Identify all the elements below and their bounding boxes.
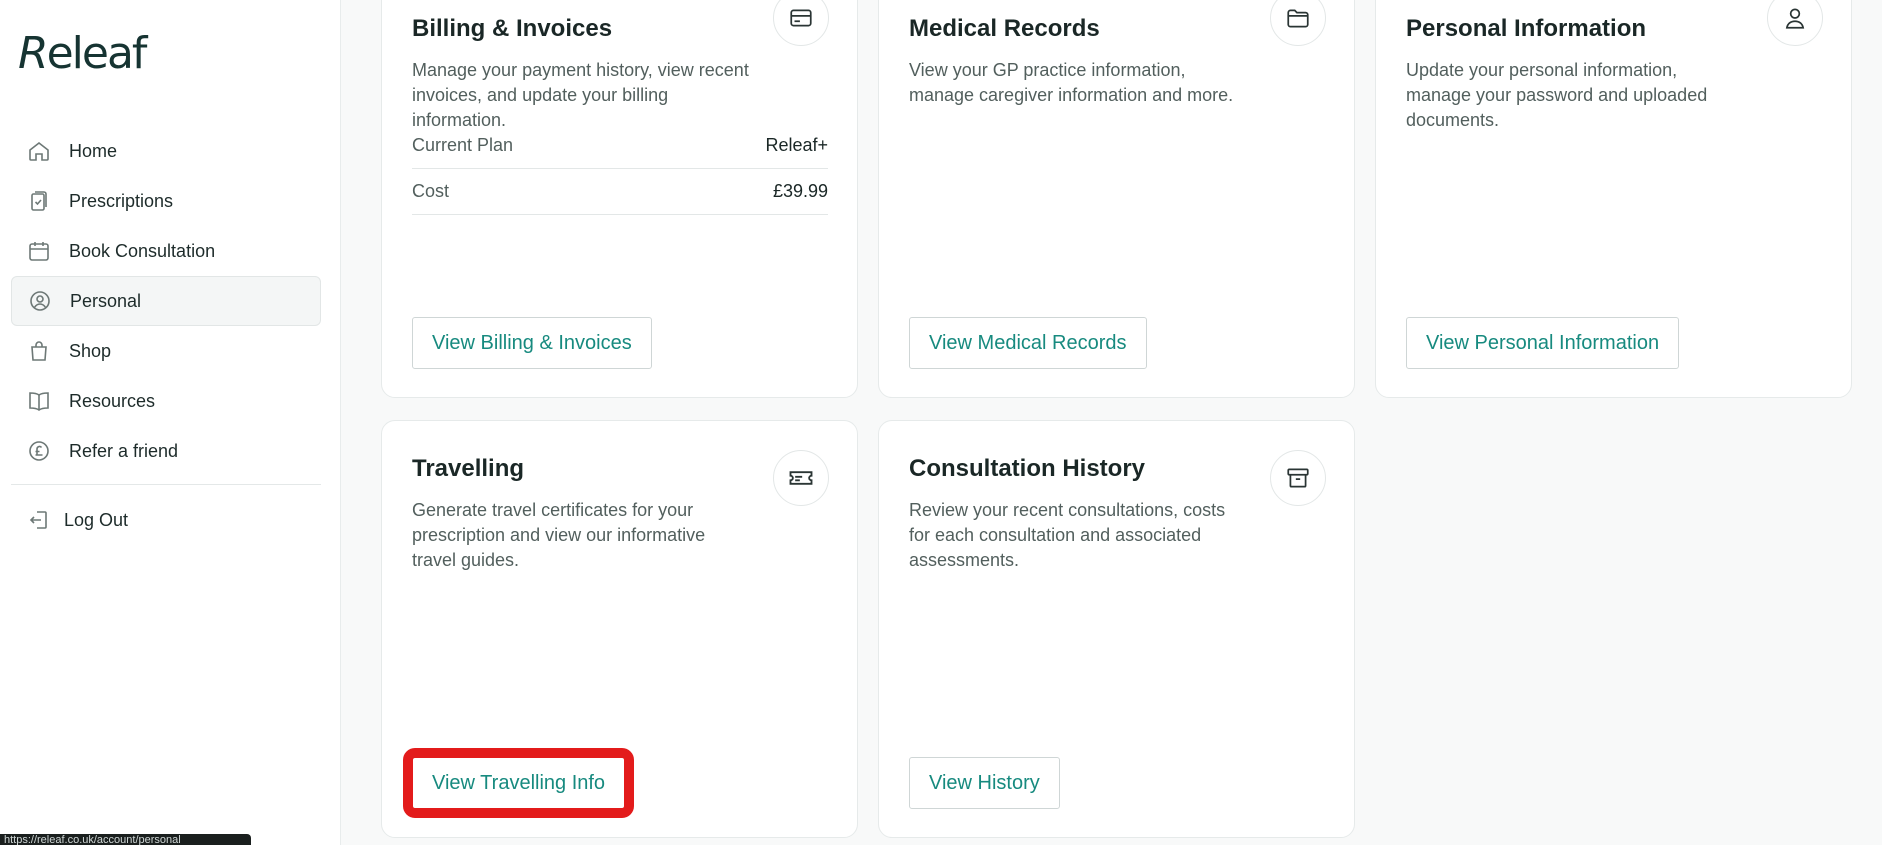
- card-icon-wrap: [1270, 0, 1326, 46]
- consultation-history-card: Consultation History Review your recent …: [878, 420, 1355, 838]
- card-icon-wrap: [1270, 450, 1326, 506]
- sidebar-item-label: Home: [69, 140, 118, 161]
- sidebar: Releaf Home Prescriptions Book Consultat…: [0, 0, 341, 845]
- view-personal-information-button[interactable]: View Personal Information: [1406, 317, 1680, 369]
- card-description: Update your personal information, manage…: [1406, 60, 1708, 130]
- logout-label: Log Out: [64, 509, 129, 530]
- view-history-button[interactable]: View History: [909, 757, 1060, 809]
- shopping-bag-icon: [31, 341, 47, 361]
- sidebar-item-refer-a-friend[interactable]: Refer a friend: [11, 426, 321, 476]
- sidebar-item-resources[interactable]: Resources: [11, 376, 321, 426]
- sidebar-item-prescriptions[interactable]: Prescriptions: [11, 176, 321, 226]
- book-icon: [29, 392, 49, 411]
- card-description: Generate travel certificates for your pr…: [412, 500, 706, 570]
- ticket-icon: [789, 471, 813, 485]
- sidebar-item-book-consultation[interactable]: Book Consultation: [11, 226, 321, 276]
- sidebar-item-label: Book Consultation: [69, 240, 216, 261]
- card-title: Personal Information: [1406, 15, 1647, 42]
- pound-coin-icon: [29, 441, 49, 461]
- card-title: Billing & Invoices: [412, 15, 613, 42]
- card-title: Travelling: [412, 455, 525, 482]
- plan-key: Current Plan: [412, 135, 514, 155]
- sidebar-item-shop[interactable]: Shop: [11, 326, 321, 376]
- sidebar-item-label: Resources: [69, 390, 156, 411]
- cost-row: Cost £39.99: [412, 169, 828, 215]
- cost-key: Cost: [412, 181, 450, 201]
- card-icon-wrap: [773, 450, 829, 506]
- sidebar-item-home[interactable]: Home: [11, 126, 321, 176]
- plan-row: Current Plan Releaf+: [412, 123, 828, 169]
- archive-icon: [1287, 468, 1309, 488]
- card-description: Manage your payment history, view recent…: [412, 60, 749, 130]
- home-icon: [29, 141, 49, 161]
- credit-card-icon: [790, 9, 812, 27]
- prescription-icon: [31, 191, 47, 211]
- medical-records-card: Medical Records View your GP practice in…: [878, 0, 1355, 398]
- sidebar-item-label: Personal: [70, 290, 142, 311]
- sidebar-item-label: Prescriptions: [69, 190, 174, 211]
- travelling-card: Travelling Generate travel certificates …: [381, 420, 858, 838]
- calendar-icon: [29, 242, 49, 261]
- card-title: Medical Records: [909, 15, 1100, 42]
- personal-information-card: Personal Information Update your persona…: [1375, 0, 1852, 398]
- view-medical-records-button[interactable]: View Medical Records: [909, 317, 1147, 369]
- status-bar-url: https://releaf.co.uk/account/personal: [0, 834, 251, 845]
- logout-button[interactable]: Log Out: [11, 495, 321, 545]
- card-description: View your GP practice information, manag…: [909, 60, 1234, 105]
- user-circle-icon: [30, 291, 50, 311]
- view-billing-button[interactable]: View Billing & Invoices: [412, 317, 652, 369]
- plan-value: Releaf+: [765, 135, 828, 155]
- view-travelling-info-button[interactable]: View Travelling Info: [402, 748, 635, 818]
- user-icon: [1785, 8, 1805, 29]
- card-title: Consultation History: [909, 455, 1146, 482]
- folder-icon: [1287, 9, 1309, 28]
- releaf-logo[interactable]: Releaf: [18, 28, 147, 79]
- sidebar-divider: [11, 484, 321, 485]
- card-icon-wrap: [773, 0, 829, 46]
- billing-card: Billing & Invoices Manage your payment h…: [381, 0, 858, 398]
- logout-icon: [29, 511, 47, 529]
- card-icon-wrap: [1767, 0, 1823, 46]
- sidebar-item-personal[interactable]: Personal: [11, 276, 321, 326]
- sidebar-item-label: Refer a friend: [69, 440, 179, 461]
- card-description: Review your recent consultations, costs …: [909, 500, 1226, 570]
- sidebar-nav: Home Prescriptions Book Consultation Per…: [11, 126, 321, 545]
- cost-value: £39.99: [772, 181, 828, 201]
- sidebar-item-label: Shop: [69, 340, 112, 361]
